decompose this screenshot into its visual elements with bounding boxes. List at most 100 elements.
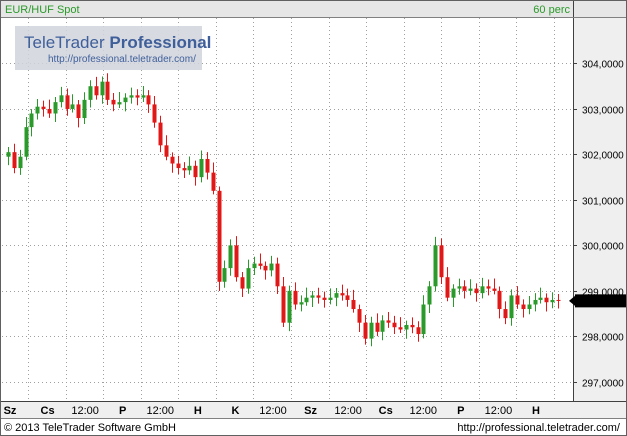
candle-body bbox=[24, 127, 29, 157]
candle-body bbox=[281, 286, 286, 323]
candle-body bbox=[111, 99, 116, 105]
candle-body bbox=[357, 309, 362, 323]
candle-body bbox=[451, 288, 456, 298]
candle-body bbox=[141, 95, 146, 98]
candle-body bbox=[445, 277, 450, 298]
candle-body bbox=[538, 297, 543, 300]
candle-body bbox=[480, 286, 485, 294]
candle-body bbox=[187, 165, 192, 171]
header-bar bbox=[1, 1, 573, 17]
candle-body bbox=[421, 304, 426, 335]
candle-body bbox=[129, 95, 134, 98]
candle-body bbox=[211, 172, 216, 191]
y-tick-label: 303,0000 bbox=[582, 106, 624, 117]
candle-body bbox=[234, 245, 239, 278]
x-tick-label: H bbox=[532, 405, 540, 417]
candle-body bbox=[269, 263, 274, 271]
x-tick-label: Sz bbox=[4, 405, 17, 417]
candle-body bbox=[76, 104, 81, 119]
candle-body bbox=[65, 95, 70, 109]
candle-body bbox=[410, 324, 415, 328]
price-chart[interactable]: EUR/HUF Spot 60 perc 304,0000 303,0000 302… bbox=[0, 0, 627, 436]
candle-body bbox=[527, 304, 532, 310]
interval-label[interactable]: 60 perc bbox=[533, 4, 570, 16]
x-tick-label: Cs bbox=[41, 405, 55, 417]
candle-body bbox=[53, 102, 58, 114]
candle-body bbox=[439, 245, 444, 278]
candle-body bbox=[404, 324, 409, 330]
candle-body bbox=[293, 290, 298, 305]
candle-body bbox=[328, 297, 333, 300]
x-tick-label: 12:00 bbox=[259, 405, 287, 417]
candle-body bbox=[521, 304, 526, 310]
candle-body bbox=[123, 97, 128, 103]
candle-body bbox=[105, 81, 110, 100]
candle-body bbox=[351, 299, 356, 310]
chart-window: EUR/HUF Spot 60 perc 304,0000 303,0000 302… bbox=[0, 0, 627, 436]
candle-body bbox=[474, 288, 479, 294]
y-tick-label: 300,0000 bbox=[582, 242, 624, 253]
x-tick-label: Sz bbox=[304, 405, 317, 417]
candle-body bbox=[29, 113, 34, 128]
candle-body bbox=[12, 152, 17, 169]
watermark-logo: TeleTrader Professional http://professio… bbox=[15, 26, 211, 70]
symbol-label[interactable]: EUR/HUF Spot bbox=[5, 4, 80, 16]
y-tick-label: 298,0000 bbox=[582, 333, 624, 344]
candle-body bbox=[486, 286, 491, 289]
candle-body bbox=[18, 156, 23, 169]
candle-body bbox=[492, 288, 497, 291]
candle-body bbox=[193, 165, 198, 178]
last-price-marker: 298,7800 bbox=[569, 294, 626, 308]
candle-body bbox=[41, 106, 46, 109]
candle-body bbox=[533, 299, 538, 305]
candle-body bbox=[556, 299, 561, 301]
watermark-url: http://professional.teletrader.com/ bbox=[48, 54, 196, 65]
candle-body bbox=[310, 295, 315, 298]
candle-body bbox=[88, 86, 93, 100]
candle-body bbox=[100, 81, 105, 96]
y-tick-label: 301,0000 bbox=[582, 197, 624, 208]
candle-body bbox=[217, 190, 222, 282]
x-tick-label: Cs bbox=[379, 405, 393, 417]
candle-body bbox=[509, 295, 514, 319]
candle-body bbox=[462, 286, 467, 291]
candle-body bbox=[369, 322, 374, 339]
candle-body bbox=[47, 108, 52, 114]
copyright-text: © 2013 TeleTrader Software GmbH bbox=[4, 422, 176, 434]
candle-body bbox=[59, 95, 64, 103]
candle-body bbox=[246, 268, 251, 289]
candle-body bbox=[515, 295, 520, 305]
x-tick-label: 12:00 bbox=[485, 405, 513, 417]
candle-body bbox=[345, 295, 350, 300]
candle-body bbox=[170, 156, 175, 164]
candle-body bbox=[375, 322, 380, 332]
last-price-label: 298,7800 bbox=[580, 296, 622, 307]
watermark-title: TeleTrader Professional bbox=[24, 33, 211, 52]
candle-body bbox=[228, 245, 233, 269]
x-tick-label: H bbox=[194, 405, 202, 417]
candle-body bbox=[416, 327, 421, 335]
y-tick-label: 304,0000 bbox=[582, 60, 624, 71]
candle-body bbox=[386, 320, 391, 323]
candle-body bbox=[550, 299, 555, 303]
candle-body bbox=[35, 106, 40, 114]
header-bar-right bbox=[573, 1, 626, 17]
candle-body bbox=[468, 288, 473, 291]
x-tick-label: 12:00 bbox=[71, 405, 99, 417]
candle-body bbox=[82, 99, 87, 119]
candle-body bbox=[94, 86, 99, 96]
candle-body bbox=[457, 286, 462, 289]
x-tick-labels: Sz Cs 12:00 P 12:00 H K 12:00 Sz 12:00 Cs 12:00 P 12:… bbox=[4, 405, 540, 417]
candle-body bbox=[6, 152, 11, 157]
candle-body bbox=[158, 122, 163, 146]
candle-body bbox=[322, 297, 327, 300]
footer-url[interactable]: http://professional.teletrader.com/ bbox=[457, 422, 621, 434]
x-tick-label: 12:00 bbox=[334, 405, 362, 417]
candle-body bbox=[222, 268, 227, 282]
candle-body bbox=[205, 158, 210, 173]
candle-body bbox=[275, 263, 280, 287]
x-tick-label: P bbox=[119, 405, 126, 417]
candle-body bbox=[334, 293, 339, 298]
candle-body bbox=[199, 158, 204, 178]
candle-body bbox=[363, 322, 368, 339]
